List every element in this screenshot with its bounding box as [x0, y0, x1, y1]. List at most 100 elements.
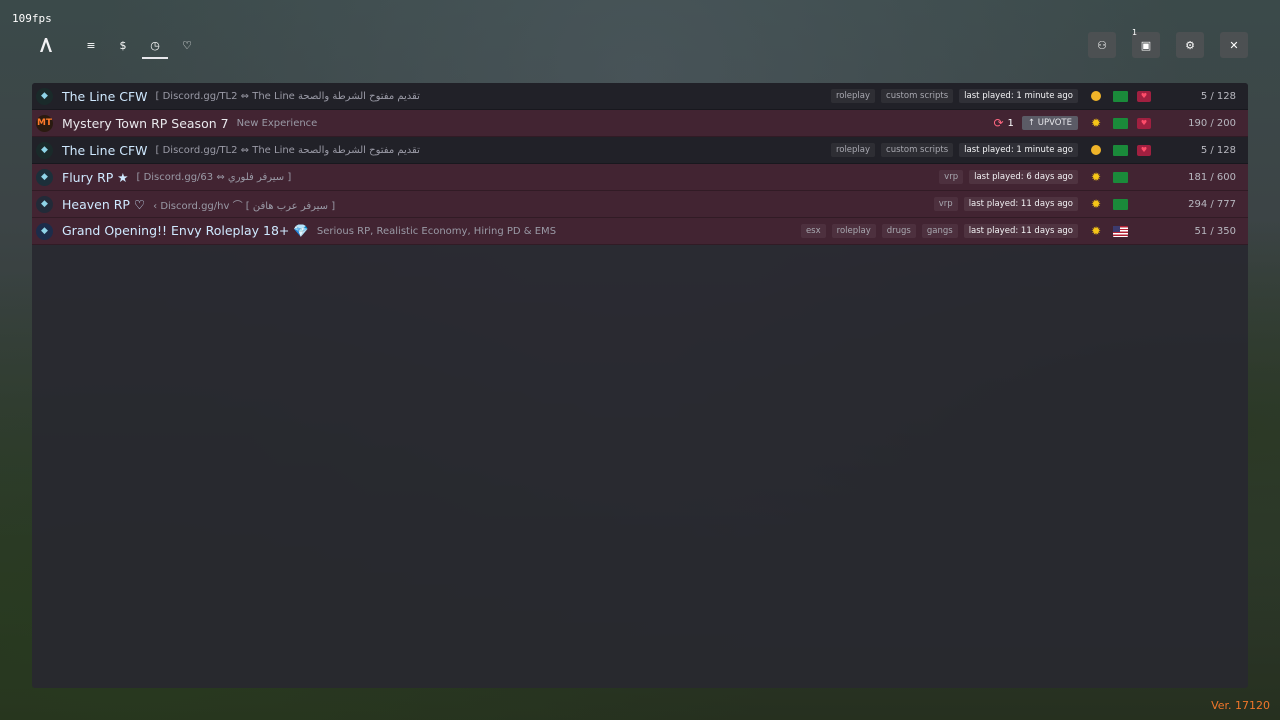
- flag-slot: [1108, 225, 1132, 237]
- server-tag: roleplay: [830, 89, 876, 103]
- sa-flag-icon: [1112, 144, 1128, 156]
- clock-icon: ◷: [150, 38, 160, 52]
- server-row[interactable]: ◆ Flury RP ★ [ Discord.gg/63 ⇔ سيرفر فلوري…: [32, 164, 1248, 191]
- server-description: [ Discord.gg/63 ⇔ سيرفر فلوري ]: [136, 171, 292, 183]
- player-count: 51 / 350: [1194, 225, 1236, 237]
- server-icon: ◆: [36, 87, 53, 105]
- flag-slot: [1108, 90, 1132, 102]
- flag-slot: [1108, 117, 1132, 129]
- close-button[interactable]: ✕: [1220, 32, 1248, 58]
- server-meta: vrp last played: 6 days ago ✹ 181 / 600: [933, 164, 1248, 190]
- server-tag: vrp: [939, 170, 964, 184]
- status-slot: [1084, 91, 1108, 101]
- last-played-badge: last played: 11 days ago: [963, 197, 1078, 211]
- flag-slot: [1108, 198, 1132, 210]
- last-played-badge: last played: 1 minute ago: [959, 89, 1078, 103]
- gear-icon: ⚙: [1185, 38, 1195, 52]
- status-slot: ✹: [1084, 170, 1108, 184]
- sa-flag-icon: [1112, 117, 1128, 129]
- server-row[interactable]: ◆ Heaven RP ♡ ‹ Discord.gg/hv ⌒ [ سيرفر عر…: [32, 191, 1248, 218]
- close-icon: ✕: [1229, 38, 1239, 52]
- sa-flag-icon: [1112, 171, 1128, 183]
- server-tag: custom scripts: [881, 143, 954, 157]
- server-meta: ⟳ 1 ↑ UPVOTE ✹ ♥ 190 / 200: [993, 110, 1248, 136]
- server-tag: esx: [800, 224, 826, 238]
- nav-tabs: ≡ $ ◷ ♡: [78, 34, 200, 59]
- sun-icon: ✹: [1090, 197, 1102, 211]
- server-name: Heaven RP ♡: [62, 196, 146, 212]
- server-name: Grand Opening!! Envy Roleplay 18+ 💎: [62, 223, 309, 238]
- server-meta: roleplay custom scripts last played: 1 min…: [825, 83, 1248, 109]
- heart-icon: ♡: [182, 38, 192, 52]
- favorite-slot[interactable]: ♥: [1132, 144, 1156, 156]
- server-description: Serious RP, Realistic Economy, Hiring PD…: [316, 225, 557, 237]
- server-row[interactable]: ◆ The Line CFW [ Discord.gg/TL2 ⇔ The Line…: [32, 83, 1248, 110]
- server-icon: ◆: [36, 222, 53, 240]
- boost-icon: ⟳: [993, 116, 1004, 130]
- favorite-heart-icon[interactable]: ♥: [1137, 144, 1151, 156]
- server-row[interactable]: MT Mystery Town RP Season 7 New Experience…: [32, 110, 1248, 137]
- server-icon: MT: [36, 114, 53, 132]
- server-icon: ◆: [36, 168, 53, 186]
- user-button[interactable]: ⚇: [1088, 32, 1116, 58]
- upvote-button[interactable]: ↑ UPVOTE: [1021, 116, 1078, 130]
- favorite-slot[interactable]: ♥: [1132, 117, 1156, 129]
- server-meta: vrp last played: 11 days ago ✹ 294 / 777: [928, 191, 1248, 217]
- server-meta: roleplay custom scripts last played: 1 min…: [825, 137, 1248, 163]
- status-slot: ✹: [1084, 197, 1108, 211]
- user-icon: ⚇: [1097, 38, 1107, 52]
- fps-counter: 109fps: [12, 12, 52, 25]
- status-slot: ✹: [1084, 116, 1108, 130]
- server-name: Mystery Town RP Season 7: [62, 115, 229, 131]
- server-icon: ◆: [36, 141, 53, 159]
- sa-flag-icon: [1112, 198, 1128, 210]
- server-tag: roleplay: [830, 143, 876, 157]
- favorite-heart-icon[interactable]: ♥: [1137, 90, 1151, 102]
- sa-flag-icon: [1112, 90, 1128, 102]
- player-count: 5 / 128: [1200, 90, 1236, 102]
- server-name: The Line CFW: [62, 88, 148, 104]
- queue-icon: ▣: [1140, 38, 1152, 52]
- favorite-slot[interactable]: ♥: [1132, 90, 1156, 102]
- server-list-panel: ◆ The Line CFW [ Discord.gg/TL2 ⇔ The Line…: [32, 83, 1248, 688]
- server-name: The Line CFW: [62, 142, 148, 158]
- server-name: Flury RP ★: [62, 169, 129, 185]
- last-played-badge: last played: 11 days ago: [963, 224, 1078, 238]
- tab-list[interactable]: ≡: [78, 34, 104, 56]
- server-row[interactable]: ◆ The Line CFW [ Discord.gg/TL2 ⇔ The Line…: [32, 137, 1248, 164]
- favorite-heart-icon[interactable]: ♥: [1137, 117, 1151, 129]
- boost-number: 1: [1007, 117, 1014, 129]
- status-slot: [1084, 145, 1108, 155]
- list-icon: ≡: [86, 38, 96, 52]
- last-played-badge: last played: 1 minute ago: [959, 143, 1078, 157]
- gear-button[interactable]: ⚙: [1176, 32, 1204, 58]
- sun-icon: ✹: [1090, 116, 1102, 130]
- us-flag-icon: [1112, 225, 1128, 237]
- server-description: [ Discord.gg/TL2 ⇔ The Line تقديم مفتوح …: [155, 90, 420, 102]
- server-tag: gangs: [921, 224, 958, 238]
- fivem-logo-icon[interactable]: [37, 36, 55, 54]
- flag-slot: [1108, 171, 1132, 183]
- server-tag: roleplay: [831, 224, 876, 238]
- sun-icon: ✹: [1090, 224, 1102, 238]
- status-dot-icon: [1091, 145, 1101, 155]
- server-tag: vrp: [933, 197, 958, 211]
- player-count: 190 / 200: [1188, 117, 1236, 129]
- server-meta: esx roleplay drugs gangs last played: 11 day…: [795, 218, 1248, 244]
- player-count: 181 / 600: [1188, 171, 1236, 183]
- server-description: [ Discord.gg/TL2 ⇔ The Line تقديم مفتوح …: [155, 144, 420, 156]
- dollar-icon: $: [119, 38, 127, 52]
- server-description: New Experience: [236, 117, 318, 129]
- server-row[interactable]: ◆ Grand Opening!! Envy Roleplay 18+ 💎 Seri…: [32, 218, 1248, 245]
- server-tag: drugs: [881, 224, 916, 238]
- status-slot: ✹: [1084, 224, 1108, 238]
- boost-count: ⟳ 1: [993, 116, 1013, 130]
- tab-dollar[interactable]: $: [110, 34, 136, 56]
- last-played-badge: last played: 6 days ago: [969, 170, 1078, 184]
- queue-button[interactable]: ▣ 1: [1132, 28, 1160, 58]
- tab-heart[interactable]: ♡: [174, 34, 200, 56]
- server-tag: custom scripts: [881, 89, 954, 103]
- top-right-toolbar: ⚇ ▣ 1 ⚙ ✕: [1088, 28, 1248, 58]
- count-badge: 1: [1132, 28, 1138, 37]
- tab-clock[interactable]: ◷: [142, 34, 168, 59]
